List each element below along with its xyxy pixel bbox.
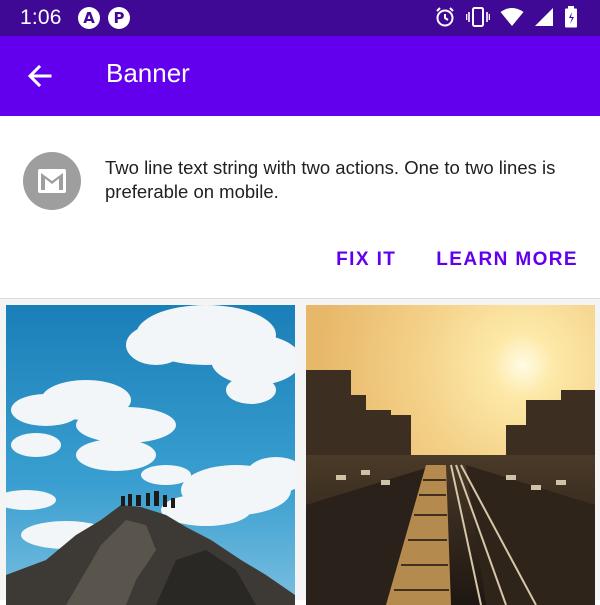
battery-icon: [565, 6, 577, 28]
banner-avatar: [23, 152, 81, 210]
app-bar: Banner: [0, 36, 600, 116]
vibrate-icon: [466, 7, 490, 27]
status-notification-icons: A P: [78, 7, 130, 29]
banner-actions: FIX IT LEARN MORE: [336, 249, 578, 271]
image-grid: [0, 299, 600, 605]
arrow-back-icon[interactable]: [22, 58, 58, 94]
photo-city-train-sunset[interactable]: [306, 305, 595, 605]
status-system-icons: [434, 6, 578, 28]
p-icon: P: [108, 7, 130, 29]
signal-icon: [535, 8, 553, 26]
photo-mountain-sky[interactable]: [6, 305, 295, 605]
banner: Two line text string with two actions. O…: [0, 116, 600, 298]
status-time: 1:06: [20, 6, 62, 29]
banner-message: Two line text string with two actions. O…: [105, 157, 556, 202]
fix-it-button[interactable]: FIX IT: [336, 249, 396, 271]
mail-icon: [38, 169, 66, 193]
page-title: Banner: [106, 58, 190, 88]
status-bar: 1:06 A P: [0, 0, 600, 36]
learn-more-button[interactable]: LEARN MORE: [436, 249, 578, 271]
a-icon: A: [78, 7, 100, 29]
wifi-icon: [500, 8, 524, 26]
alarm-icon: [436, 7, 454, 27]
